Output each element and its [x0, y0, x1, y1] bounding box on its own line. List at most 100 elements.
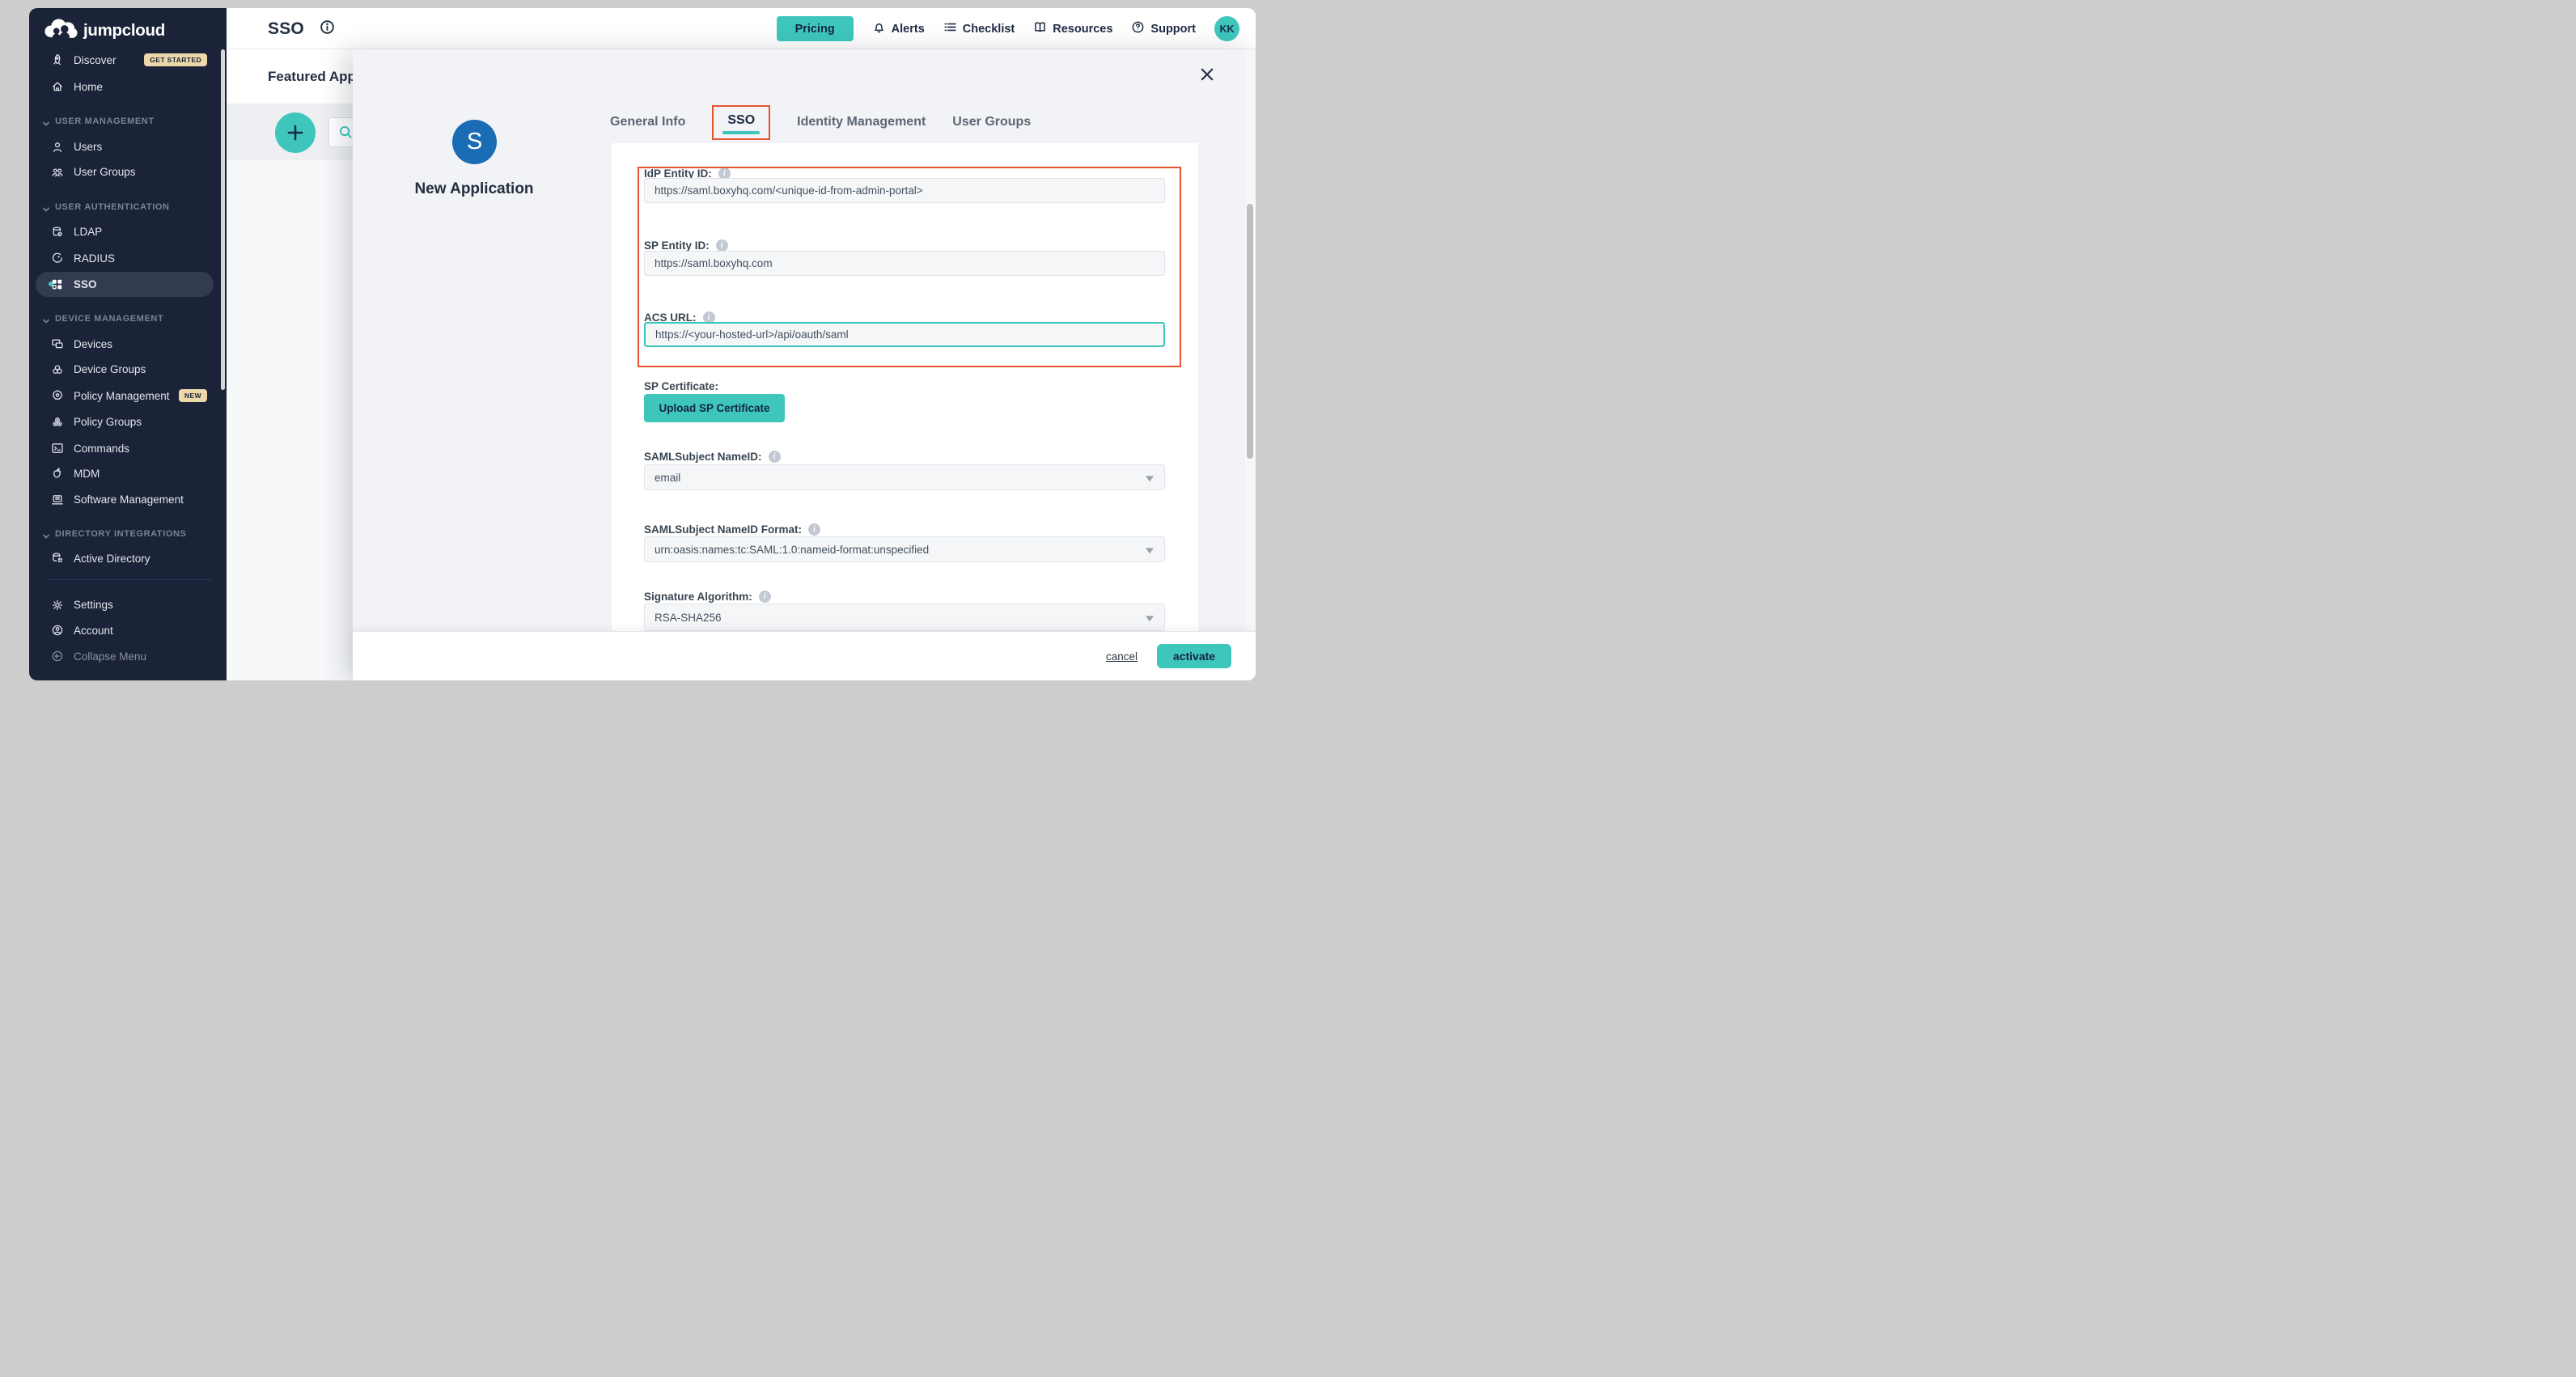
upload-sp-certificate-button[interactable]: Upload SP Certificate — [644, 394, 785, 422]
checklist-menu-item[interactable]: Checklist — [943, 20, 1015, 37]
new-badge: NEW — [179, 389, 207, 402]
devices-icon — [50, 337, 64, 351]
info-icon[interactable] — [716, 239, 728, 252]
info-icon[interactable] — [320, 19, 335, 39]
terminal-icon — [50, 442, 64, 455]
dial-icon — [50, 252, 64, 265]
sidebar-scrollbar[interactable] — [221, 49, 225, 390]
sidebar-item-software-management[interactable]: Software Management — [29, 488, 227, 512]
modal-tabs: General Info SSO Identity Management Use… — [610, 104, 1031, 141]
page-title: SSO — [268, 19, 304, 39]
tab-sso[interactable]: SSO — [727, 113, 755, 127]
active-directory-icon — [50, 552, 64, 566]
tab-general-info[interactable]: General Info — [610, 115, 685, 129]
question-icon — [1131, 20, 1145, 37]
close-icon[interactable] — [1199, 67, 1215, 83]
bell-icon — [872, 20, 886, 37]
new-application-modal: S New Application General Info SSO Ident… — [353, 49, 1256, 680]
gear-icon — [50, 598, 64, 612]
page-header: SSO Pricing Alerts Checklist Resources S… — [227, 8, 1256, 49]
database-clock-icon — [50, 225, 64, 239]
policy-icon — [50, 389, 64, 403]
tab-sso-annotation-box[interactable]: SSO — [712, 105, 770, 140]
dropdown-caret-icon — [1146, 476, 1154, 481]
sp-entity-id-input[interactable] — [644, 251, 1165, 276]
sidebar-item-devices[interactable]: Devices — [29, 332, 227, 356]
venn-icon — [50, 362, 64, 376]
policy-groups-icon — [50, 415, 64, 429]
idp-entity-id-input[interactable] — [644, 178, 1165, 203]
collapse-arrow-icon — [50, 650, 64, 663]
app-window: jumpcloud Discover GET STARTED Home USER… — [29, 8, 1256, 680]
home-icon — [50, 80, 64, 94]
sidebar-item-device-groups[interactable]: Device Groups — [29, 358, 227, 382]
laptop-apps-icon — [50, 493, 64, 506]
section-user-management[interactable]: USER MANAGEMENT — [29, 115, 227, 128]
apple-icon — [50, 467, 64, 481]
get-started-badge: GET STARTED — [144, 53, 207, 66]
account-icon — [50, 624, 64, 638]
sidebar-item-users[interactable]: Users — [29, 135, 227, 159]
book-icon — [1033, 20, 1047, 37]
jumpcloud-logo[interactable]: jumpcloud — [44, 18, 165, 43]
sidebar-item-radius[interactable]: RADIUS — [29, 246, 227, 270]
section-device-management[interactable]: DEVICE MANAGEMENT — [29, 312, 227, 325]
sidebar-item-discover[interactable]: Discover GET STARTED — [29, 48, 227, 72]
chevron-down-icon — [42, 117, 50, 125]
rocket-icon — [50, 53, 64, 67]
sidebar-item-commands[interactable]: Commands — [29, 436, 227, 460]
sidebar-item-collapse-menu[interactable]: Collapse Menu — [29, 644, 227, 668]
info-icon[interactable] — [808, 523, 820, 536]
user-group-icon — [50, 165, 64, 179]
tab-identity-management[interactable]: Identity Management — [797, 115, 926, 129]
sidebar-item-policy-management[interactable]: Policy Management NEW — [29, 383, 227, 408]
sidebar-divider — [45, 579, 212, 580]
sidebar-item-policy-groups[interactable]: Policy Groups — [29, 410, 227, 434]
jumpcloud-logo-text: jumpcloud — [83, 21, 165, 40]
application-name: New Application — [353, 180, 595, 198]
add-application-button[interactable] — [275, 112, 316, 153]
saml-subject-nameid-format-label: SAMLSubject NameID Format: — [644, 523, 820, 536]
dropdown-caret-icon — [1146, 548, 1154, 553]
pricing-button[interactable]: Pricing — [777, 16, 854, 41]
sidebar-item-account[interactable]: Account — [29, 618, 227, 642]
sp-certificate-label: SP Certificate: — [644, 380, 718, 392]
cancel-button[interactable]: cancel — [1106, 650, 1138, 663]
user-avatar[interactable]: KK — [1214, 16, 1239, 41]
acs-url-input[interactable] — [644, 322, 1165, 347]
sidebar-item-ldap[interactable]: LDAP — [29, 220, 227, 244]
checklist-icon — [943, 20, 957, 37]
section-directory-integrations[interactable]: DIRECTORY INTEGRATIONS — [29, 527, 227, 540]
support-menu-item[interactable]: Support — [1131, 20, 1196, 37]
active-tab-underline — [722, 131, 760, 134]
tab-user-groups[interactable]: User Groups — [952, 115, 1031, 129]
modal-scrollbar-thumb[interactable] — [1247, 204, 1253, 459]
info-icon[interactable] — [769, 451, 781, 463]
chevron-down-icon — [42, 530, 50, 538]
saml-subject-nameid-format-select[interactable]: urn:oasis:names:tc:SAML:1.0:nameid-forma… — [644, 536, 1165, 562]
section-user-authentication[interactable]: USER AUTHENTICATION — [29, 201, 227, 214]
activate-button[interactable]: activate — [1157, 644, 1231, 668]
resources-menu-item[interactable]: Resources — [1033, 20, 1112, 37]
signature-algorithm-select[interactable]: RSA-SHA256 — [644, 604, 1165, 631]
sidebar-item-settings[interactable]: Settings — [29, 593, 227, 617]
sidebar: jumpcloud Discover GET STARTED Home USER… — [29, 8, 227, 680]
user-icon — [50, 140, 64, 154]
sidebar-item-mdm[interactable]: MDM — [29, 461, 227, 485]
dropdown-caret-icon — [1146, 616, 1154, 621]
sidebar-item-home[interactable]: Home — [29, 74, 227, 99]
alerts-menu-item[interactable]: Alerts — [872, 20, 925, 37]
sidebar-item-user-groups[interactable]: User Groups — [29, 160, 227, 184]
jumpcloud-cloud-icon — [44, 18, 78, 43]
sidebar-item-active-directory[interactable]: Active Directory — [29, 546, 227, 570]
info-icon[interactable] — [759, 591, 771, 603]
saml-subject-nameid-select[interactable]: email — [644, 464, 1165, 490]
signature-algorithm-label: Signature Algorithm: — [644, 591, 771, 603]
sso-form-panel: IdP Entity ID: SP Entity ID: ACS URL: SP… — [612, 143, 1198, 631]
sidebar-item-sso[interactable]: SSO — [29, 272, 227, 296]
modal-scrollbar-track[interactable] — [1245, 49, 1256, 631]
application-avatar: S — [452, 120, 497, 164]
grid-icon — [50, 278, 64, 291]
search-icon — [338, 125, 354, 144]
chevron-down-icon — [42, 315, 50, 323]
